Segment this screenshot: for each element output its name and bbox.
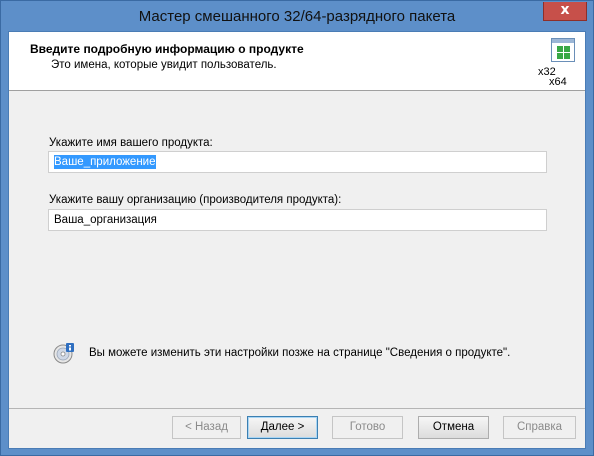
close-button[interactable]: x xyxy=(543,2,587,21)
x64-label: x64 xyxy=(549,76,567,88)
info-text: Вы можете изменить эти настройки позже н… xyxy=(89,347,511,359)
product-name-label: Укажите имя вашего продукта: xyxy=(49,137,213,149)
page-title: Введите подробную информацию о продукте xyxy=(30,42,304,56)
page-subtitle: Это имена, которые увидит пользователь. xyxy=(51,59,277,71)
footer-divider xyxy=(9,408,585,409)
finish-button[interactable]: Готово xyxy=(332,416,403,439)
window-title: Мастер смешанного 32/64-разрядного пакет… xyxy=(138,8,456,25)
package-bitness-icon: x32 x64 xyxy=(538,38,579,88)
organization-value: Ваша_организация xyxy=(54,214,157,226)
organization-label: Укажите вашу организацию (производителя … xyxy=(49,194,342,206)
next-button[interactable]: Далее > xyxy=(247,416,318,439)
cancel-button[interactable]: Отмена xyxy=(418,416,489,439)
wizard-window: Мастер смешанного 32/64-разрядного пакет… xyxy=(0,0,594,456)
window-grid-icon xyxy=(551,38,575,62)
back-button[interactable]: < Назад xyxy=(172,416,241,439)
product-name-field[interactable]: Ваше_приложение xyxy=(48,151,547,173)
organization-field[interactable]: Ваша_организация xyxy=(48,209,547,231)
help-button[interactable]: Справка xyxy=(503,416,576,439)
cd-info-icon xyxy=(53,343,74,364)
title-bar[interactable]: Мастер смешанного 32/64-разрядного пакет… xyxy=(1,1,593,31)
wizard-header: Введите подробную информацию о продукте … xyxy=(9,32,585,91)
wizard-client-area: Введите подробную информацию о продукте … xyxy=(8,31,586,449)
product-name-value: Ваше_приложение xyxy=(54,155,156,169)
